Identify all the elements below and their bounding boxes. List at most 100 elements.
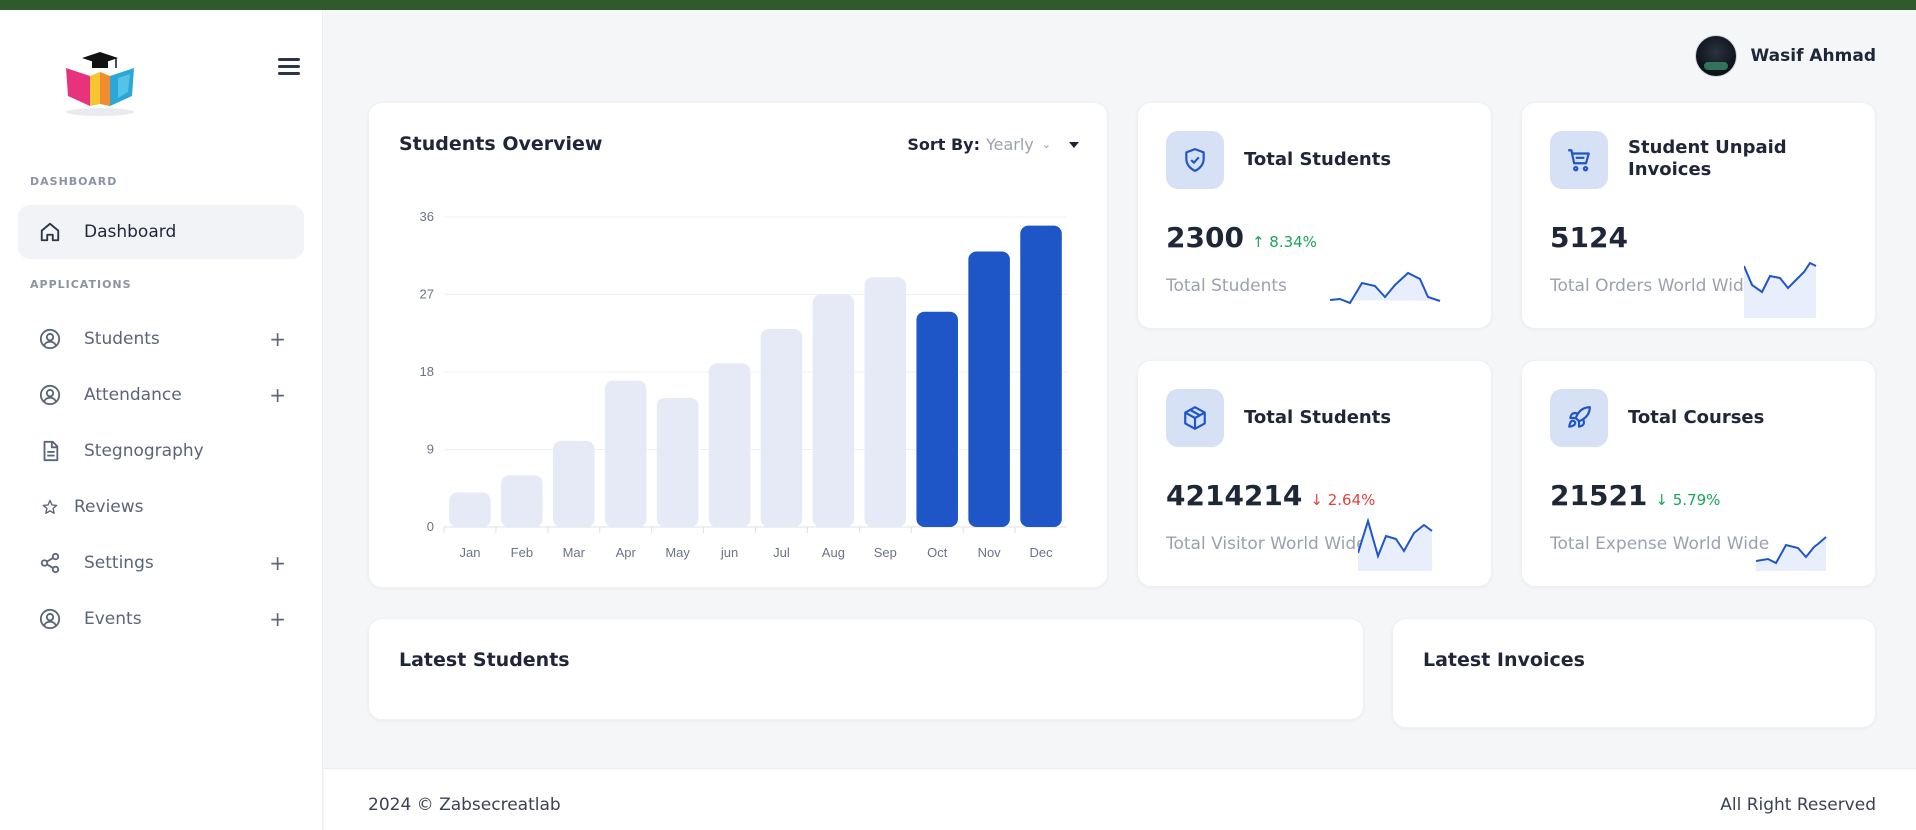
bar-apr[interactable] (604, 380, 647, 527)
avatar[interactable] (1694, 35, 1737, 77)
stat-subtitle: Total Orders World Wide (1550, 276, 1755, 296)
stat-card-total-visitors: Total Students 4214214 ↓ 2.64% Total Vis… (1137, 360, 1492, 587)
top-accent-bar (0, 0, 1916, 10)
sidebar-item-stegnography[interactable]: Stegnography (18, 424, 304, 478)
shield-check-icon (1166, 131, 1224, 189)
sparkline (1756, 536, 1827, 571)
stat-card-total-courses: Total Courses 21521 ↓ 5.79% Total Expens… (1521, 360, 1876, 587)
x-tick-label: Oct (927, 545, 948, 560)
delta-value: 2.64% (1327, 491, 1376, 509)
book-logo-icon[interactable] (60, 40, 140, 120)
stat-card-total-students: Total Students 2300 ↑ 8.34% Total Studen… (1137, 102, 1492, 329)
bar-aug[interactable] (812, 294, 855, 528)
stat-title: Student Unpaid Invoices (1628, 137, 1787, 180)
cart-icon (1550, 131, 1608, 189)
bar-feb[interactable] (501, 475, 543, 527)
expand-icon[interactable]: + (269, 551, 286, 575)
sidebar-item-label: Reviews (74, 497, 144, 517)
expand-icon[interactable]: + (269, 607, 286, 631)
stat-title: Total Courses (1628, 407, 1765, 428)
stat-title: Total Students (1244, 407, 1392, 428)
x-tick-label: Jul (773, 545, 790, 560)
copyright-text: 2024 © Zabsecreatlab (368, 795, 561, 815)
bar-jun[interactable] (708, 363, 751, 527)
x-tick-label: jun (720, 545, 738, 560)
y-tick-label: 0 (427, 519, 434, 534)
x-tick-label: May (665, 545, 690, 560)
sidebar-item-label: Students (84, 329, 160, 349)
y-tick-label: 36 (420, 209, 434, 224)
sidebar-item-label: Events (84, 609, 142, 629)
stat-value: 5124 (1550, 221, 1628, 254)
stat-number: 2300 (1166, 221, 1244, 254)
delta-value: 5.79% (1672, 491, 1721, 509)
x-tick-label: Feb (511, 545, 533, 560)
x-tick-label: Apr (616, 545, 637, 560)
expand-icon[interactable]: + (269, 327, 286, 351)
star-icon (38, 495, 62, 519)
stat-subtitle: Total Visitor World Wide (1166, 534, 1367, 554)
user-circle-icon (38, 383, 62, 407)
stat-value: 4214214 ↓ 2.64% (1166, 479, 1375, 512)
bar-nov[interactable] (968, 251, 1010, 527)
bar-may[interactable] (656, 397, 699, 527)
delta-down-green: ↓ 5.79% (1655, 491, 1721, 509)
y-tick-label: 27 (420, 287, 434, 302)
stat-subtitle: Total Students (1166, 276, 1287, 296)
sidebar: DASHBOARD Dashboard APPLICATIONS Student… (0, 10, 323, 830)
user-menu[interactable]: Wasif Ahmad (1694, 35, 1877, 77)
sidebar-item-label: Dashboard (84, 222, 177, 242)
rocket-icon (1550, 389, 1608, 447)
card-title: Latest Invoices (1423, 649, 1585, 671)
stat-number: 5124 (1550, 221, 1628, 254)
share-icon (38, 551, 62, 575)
sidebar-item-dashboard[interactable]: Dashboard (18, 205, 304, 259)
user-name: Wasif Ahmad (1750, 46, 1877, 66)
stat-value: 21521 ↓ 5.79% (1550, 479, 1720, 512)
x-tick-label: Mar (563, 545, 586, 560)
delta-down: ↓ 2.64% (1310, 491, 1376, 509)
home-icon (38, 220, 62, 244)
bar-oct[interactable] (916, 311, 958, 527)
box-icon (1166, 389, 1224, 447)
delta-value: 8.34% (1269, 233, 1317, 251)
menu-toggle-button[interactable] (278, 58, 300, 76)
bar-jan[interactable] (449, 492, 491, 527)
x-tick-label: Aug (822, 545, 845, 560)
sparkline (1358, 517, 1433, 571)
sidebar-item-students[interactable]: Students + (18, 312, 304, 366)
sparkline (1744, 261, 1817, 318)
rights-text: All Right Reserved (1720, 795, 1876, 815)
sidebar-item-label: Stegnography (84, 441, 204, 461)
x-tick-label: Jan (459, 545, 480, 560)
stat-number: 21521 (1550, 479, 1648, 512)
card-title: Latest Students (399, 649, 570, 671)
footer: 2024 © Zabsecreatlab All Right Reserved (324, 768, 1916, 830)
sidebar-item-attendance[interactable]: Attendance + (18, 368, 304, 422)
bar-dec[interactable] (1020, 225, 1062, 527)
sparkline (1330, 271, 1441, 305)
stat-card-unpaid-invoices: Student Unpaid Invoices 5124 Total Order… (1521, 102, 1876, 329)
y-tick-label: 9 (427, 442, 434, 457)
sidebar-item-reviews[interactable]: Reviews (18, 480, 304, 534)
x-tick-label: Sep (874, 545, 897, 560)
stat-subtitle: Total Expense World Wide (1550, 534, 1770, 554)
sidebar-item-settings[interactable]: Settings + (18, 536, 304, 590)
sidebar-item-events[interactable]: Events + (18, 592, 304, 646)
bar-jul[interactable] (760, 328, 803, 527)
latest-students-card: Latest Students (368, 618, 1364, 720)
bar-sep[interactable] (864, 277, 907, 527)
bar-chart: 0 9 18 27 36 Jan Feb Mar Apr May jun Jul Aug Sep Oct No… (420, 209, 1067, 560)
y-tick-label: 18 (420, 364, 434, 379)
stat-value: 2300 ↑ 8.34% (1166, 221, 1317, 254)
sidebar-item-label: Attendance (84, 385, 182, 405)
expand-icon[interactable]: + (269, 383, 286, 407)
document-icon (38, 439, 62, 463)
bar-mar[interactable] (553, 440, 595, 527)
x-tick-label: Dec (1029, 545, 1053, 560)
user-circle-icon (38, 607, 62, 631)
stat-number: 4214214 (1166, 479, 1303, 512)
section-label-dashboard: DASHBOARD (30, 175, 118, 188)
delta-up: ↑ 8.34% (1251, 233, 1317, 251)
latest-invoices-card: Latest Invoices (1392, 618, 1876, 728)
